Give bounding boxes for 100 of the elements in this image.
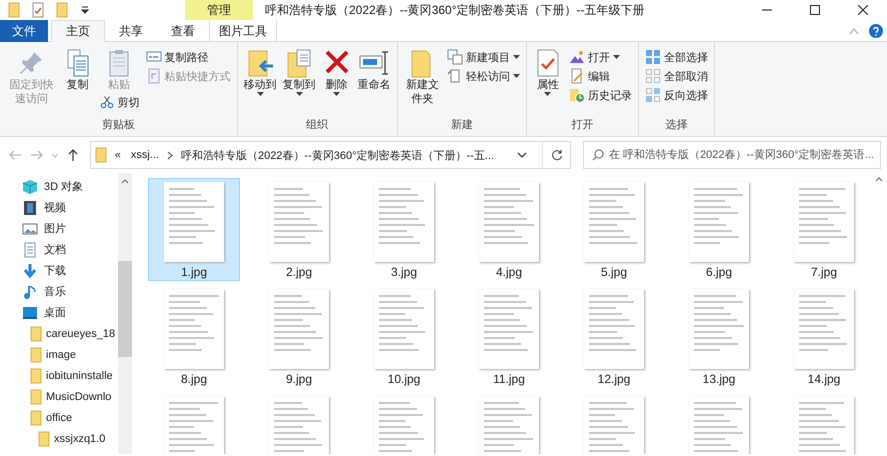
- help-icon[interactable]: [869, 24, 883, 38]
- sidebar-item[interactable]: 文档: [0, 239, 118, 260]
- caret-icon: [50, 152, 59, 158]
- scroll-up-icon: [121, 179, 129, 184]
- scroll-thumb[interactable]: [118, 261, 132, 357]
- sidebar-item[interactable]: MusicDownlo: [0, 386, 118, 407]
- folder-icon: [30, 388, 42, 404]
- search-field[interactable]: 在 呼和浩特专版（2022春）--黄冈360°定制密卷英语...: [583, 141, 881, 169]
- sidebar-item[interactable]: 图片: [0, 218, 118, 239]
- breadcrumb[interactable]: xssj...: [128, 149, 161, 161]
- folder-icon: [94, 147, 107, 163]
- close-icon: [858, 5, 868, 15]
- document-icon: [22, 242, 38, 258]
- history-icon: [568, 87, 585, 103]
- file-item[interactable]: 7.jpg: [778, 178, 870, 281]
- ribbon-button[interactable]: 新建项目: [444, 48, 522, 66]
- sidebar-item[interactable]: 下载: [0, 260, 118, 281]
- file-item[interactable]: 10.jpg: [358, 285, 450, 388]
- music-note-icon: [22, 284, 38, 300]
- chevron-icon: [166, 150, 173, 160]
- select-all-icon: [644, 49, 661, 65]
- file-item[interactable]: 13.jpg: [673, 285, 765, 388]
- search-icon: [592, 149, 604, 161]
- sidebar-item[interactable]: 桌面: [0, 302, 118, 323]
- ribbon-button[interactable]: 轻松访问: [444, 67, 522, 85]
- ribbon-tab[interactable]: 共享: [105, 20, 157, 42]
- contextual-tab-header: 管理: [185, 0, 253, 20]
- ribbon-button[interactable]: 重命名: [356, 46, 393, 94]
- sidebar-item[interactable]: iobituninstalle: [0, 365, 118, 386]
- file-item[interactable]: 11.jpg: [463, 285, 555, 388]
- edit-document-icon: [568, 68, 585, 84]
- ribbon-button[interactable]: 反向选择: [642, 86, 710, 104]
- ribbon-button[interactable]: 复制: [60, 46, 95, 94]
- ribbon-tab[interactable]: 文件: [0, 20, 48, 42]
- picture-icon: [568, 49, 585, 65]
- cube-icon: [22, 178, 38, 194]
- select-none-icon: [644, 68, 661, 84]
- ribbon-button[interactable]: 复制路径: [144, 48, 233, 66]
- file-item[interactable]: 2.jpg: [253, 178, 345, 281]
- caret-icon: [333, 92, 340, 96]
- refresh-icon: [550, 149, 562, 161]
- sidebar-item[interactable]: 视频: [0, 197, 118, 218]
- ribbon-button[interactable]: 新建文件夹: [402, 46, 443, 108]
- ribbon-button[interactable]: 全部选择: [642, 48, 710, 66]
- address-field[interactable]: « xssj... 呼和浩特专版（2022春）--黄冈360°定制密卷英语（下册）--五...: [90, 141, 571, 169]
- scissors-icon: [98, 94, 115, 110]
- group-label: 选择: [664, 118, 688, 133]
- collapse-ribbon-icon[interactable]: [849, 26, 859, 34]
- dropdown-icon[interactable]: [80, 5, 90, 15]
- folder-icon: [30, 368, 42, 384]
- film-icon: [22, 200, 38, 216]
- file-item[interactable]: 6.jpg: [673, 178, 765, 281]
- document-thumbnail: [374, 396, 434, 454]
- sidebar-item[interactable]: xssjxzq1.0: [0, 428, 118, 449]
- file-item[interactable]: 5.jpg: [568, 178, 660, 281]
- group-label: 新建: [450, 118, 474, 133]
- caret-icon: [296, 92, 303, 96]
- file-item[interactable]: 12.jpg: [568, 285, 660, 388]
- file-item[interactable]: 3.jpg: [358, 178, 450, 281]
- ribbon-button[interactable]: 编辑: [566, 67, 634, 85]
- sidebar-item[interactable]: 音乐: [0, 281, 118, 302]
- document-thumbnail: [269, 396, 329, 454]
- ribbon-button[interactable]: 复制到: [280, 46, 318, 98]
- caret-icon: [512, 55, 520, 59]
- maximize-icon: [810, 5, 820, 15]
- file-item[interactable]: 8.jpg: [148, 285, 240, 388]
- ribbon-button[interactable]: 属性: [530, 46, 565, 98]
- window-title: 呼和浩特专版（2022春）--黄冈360°定制密卷英语（下册）--五年级下册: [264, 2, 646, 19]
- picture-icon: [22, 220, 38, 236]
- ribbon-button[interactable]: 历史记录: [566, 86, 634, 104]
- folder-icon[interactable]: [8, 2, 20, 18]
- group-label: 打开: [570, 118, 594, 133]
- sidebar-item[interactable]: office: [0, 407, 118, 428]
- ribbon-tab[interactable]: 主页: [51, 20, 105, 42]
- back-icon: [8, 148, 22, 162]
- document-thumbnail: [794, 396, 854, 454]
- sidebar-item[interactable]: image: [0, 344, 118, 365]
- breadcrumb-overflow[interactable]: «: [112, 149, 123, 161]
- caret-icon: [256, 92, 264, 96]
- new-item-icon: [446, 49, 463, 65]
- scroll-up-icon: [874, 177, 882, 182]
- sidebar-item[interactable]: careueyes_18: [0, 323, 118, 344]
- monitor-icon: [22, 304, 38, 320]
- ribbon-button[interactable]: 全部取消: [642, 67, 710, 85]
- checkmark-document-icon[interactable]: [32, 2, 44, 18]
- ribbon-button[interactable]: 移动到: [242, 46, 279, 98]
- file-item[interactable]: 14.jpg: [778, 285, 870, 388]
- file-item[interactable]: 4.jpg: [463, 178, 555, 281]
- folder-icon[interactable]: [56, 2, 68, 18]
- folder-icon: [38, 430, 50, 446]
- document-thumbnail: [584, 396, 644, 454]
- ribbon-button[interactable]: 删除: [320, 46, 354, 98]
- breadcrumb[interactable]: 呼和浩特专版（2022春）--黄冈360°定制密卷英语（下册）--五...: [178, 148, 496, 162]
- file-item[interactable]: 9.jpg: [253, 285, 345, 388]
- file-item[interactable]: 1.jpg: [148, 178, 240, 281]
- ribbon-tab[interactable]: 查看: [157, 20, 209, 42]
- group-label: 剪贴板: [100, 118, 136, 133]
- shortcut-icon: [146, 68, 162, 84]
- ribbon-button[interactable]: 打开: [566, 48, 634, 66]
- sidebar-item[interactable]: 3D 对象: [0, 176, 118, 197]
